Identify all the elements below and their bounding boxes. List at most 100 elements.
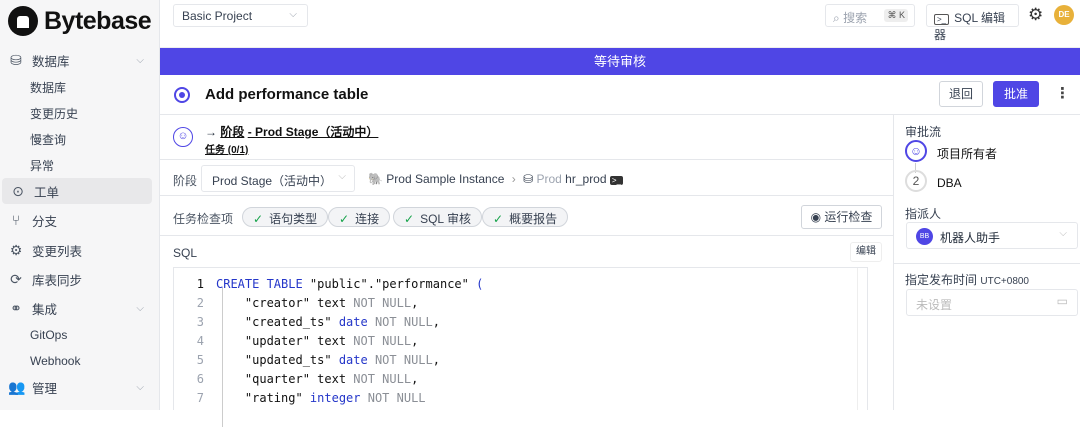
task-check-label: 连接 [355,212,380,226]
code-token: CREATE TABLE [216,277,310,291]
changelist-icon: ⚙ [9,242,23,258]
issue-title-bar: Add performance table 退回 批准 ⋮ [160,75,1080,115]
terminal-icon[interactable]: >_ [609,176,624,185]
task-check-label: 语句类型 [269,212,318,226]
user-icon: ☺ [905,140,927,162]
gear-icon[interactable]: ⚙ [1028,5,1043,25]
sidebar-item-label: 异常 [30,158,55,173]
code-token: , [432,353,440,367]
task-check-chip[interactable]: ✓ SQL 审核 [393,207,482,227]
issue-status-icon [174,87,190,103]
sidebar-item-5[interactable]: ⊙ 工单 [2,178,152,204]
approve-button[interactable]: 批准 [993,81,1039,107]
sidebar-item-label: 库表同步 [32,273,83,288]
task-checks-row: 任务检查项 ✓ 语句类型 ✓ 连接 ✓ SQL 审核 ✓ 概要报告 ◉ 运行检查 [160,196,893,236]
user-avatar[interactable]: DE [1054,5,1074,25]
status-banner: 等待审核 [160,48,1080,75]
stage-label: 阶段 [220,125,245,139]
calendar-icon: ▭ [1056,294,1068,308]
assignee-label: 指派人 [905,207,942,221]
sidebar-item-11[interactable]: Webhook [0,348,160,374]
check-icon: ✓ [253,212,264,226]
divider [894,263,1080,264]
sidebar-item-12[interactable]: 👥 管理 ⌵ [0,374,160,400]
chevron-down-icon: ⌵ [1059,228,1067,239]
sql-editor-button[interactable]: >_ SQL 编辑器 [926,4,1019,42]
stage-selector-row: 阶段 Prod Stage（活动中） ⌵ 🐘 Prod Sample Instan… [160,160,893,196]
sidebar-item-label: 数据库 [32,54,70,69]
postgres-icon: 🐘 [368,172,383,186]
branch-icon: ⑂ [11,212,21,228]
sidebar-item-1[interactable]: 数据库 [0,74,160,100]
brand-name: Bytebase [44,6,152,35]
sidebar-item-label: 分支 [32,214,58,229]
stage-select[interactable]: Prod Stage（活动中） ⌵ [201,165,355,192]
search-placeholder: 搜索 [843,11,868,25]
stage-name: - Prod Stage（活动中） [247,125,379,139]
approval-step-project-owner: 项目所有者 [937,147,998,161]
editor-scrollbar[interactable] [857,268,867,410]
task-check-chip[interactable]: ✓ 连接 [328,207,391,227]
sidebar-item-label: 管理 [32,381,58,396]
run-checks-label: 运行检查 [824,210,873,224]
stage-link[interactable]: → 阶段 - Prod Stage（活动中） [205,123,378,140]
code-token: date [338,353,375,367]
sidebar-item-label: 慢查询 [30,132,67,147]
assignee-avatar: BB [916,228,933,245]
reject-button[interactable]: 退回 [939,81,983,107]
task-check-chip[interactable]: ✓ 语句类型 [242,207,329,227]
user-icon: ☺ [173,127,193,147]
sidebar-item-8[interactable]: ⟳ 库表同步 [0,266,160,292]
bytebase-logo-icon [8,6,38,36]
check-icon: ✓ [339,212,350,226]
chevron-down-icon: ⌵ [136,54,144,66]
code-token: , [411,372,419,386]
project-selector[interactable]: Basic Project ⌵ [173,4,308,27]
search-button[interactable]: ⌕ 搜索 ⌘ K [825,4,915,27]
stage-summary: ☺ → 阶段 - Prod Stage（活动中） 任务 (0/1) [160,115,893,160]
chevron-right-icon: › [511,172,516,186]
sidebar-item-label: 工单 [34,185,60,200]
issue-main: ☺ → 阶段 - Prod Stage（活动中） 任务 (0/1) 阶段 Pro… [160,115,893,427]
edit-sql-button[interactable]: 编辑 [850,242,882,262]
instance-link[interactable]: Prod Sample Instance [386,172,504,186]
code-token: date [338,315,375,329]
search-icon: ⌕ [833,11,844,25]
code-token: "public"."performance" [309,277,477,291]
project-name: Basic Project [182,9,253,23]
sql-editor[interactable]: 1 CREATE TABLE "public"."performance" (2 … [173,267,868,427]
sidebar-item-label: Webhook [30,354,81,368]
sidebar-item-10[interactable]: GitOps [0,322,160,348]
sidebar-item-9[interactable]: ⚭ 集成 ⌵ [0,295,160,321]
sidebar-item-7[interactable]: ⚙ 变更列表 [0,237,160,263]
issue-sidebar: 审批流 ☺ 项目所有者 2 DBA 指派人 BB 机器人助手 ⌵ 指定发布时间 … [893,115,1080,410]
more-options-icon[interactable]: ⋮ [1055,84,1070,102]
code-token: , [411,334,419,348]
code-token: ( [476,277,484,291]
sidebar-item-4[interactable]: 异常 [0,152,160,178]
database-link[interactable]: hr_prod [565,172,606,186]
run-checks-button[interactable]: ◉ 运行检查 [801,205,882,229]
play-circle-icon: ◉ [810,210,825,224]
task-check-chip[interactable]: ✓ 概要报告 [482,207,569,227]
sidebar-item-0[interactable]: ⛁ 数据库 ⌵ [0,47,160,73]
schedule-date-input[interactable]: 未设置 ▭ [906,289,1078,316]
code-token: "rating" [216,391,310,405]
task-checks-label: 任务检查项 [173,212,234,226]
sidebar-item-6[interactable]: ⑂ 分支 [0,207,160,233]
sidebar-item-3[interactable]: 慢查询 [0,126,160,152]
issue-title[interactable]: Add performance table [205,86,368,103]
sidebar: Bytebase ⛁ 数据库 ⌵ 数据库 变更历史 慢查询 异常 ⊙ 工单 ⑂ 分支 ⚙ 变更列表 ⟳ 库表… [0,0,160,410]
issue-icon: ⊙ [12,183,24,199]
logo[interactable]: Bytebase [8,6,152,36]
assignee-select[interactable]: BB 机器人助手 ⌵ [906,222,1078,249]
sidebar-item-label: GitOps [30,328,68,342]
task-count[interactable]: 任务 (0/1) [205,141,248,156]
stage-select-value: Prod Stage（活动中） [212,174,333,188]
code-token: , [411,296,419,310]
sidebar-item-2[interactable]: 变更历史 [0,100,160,126]
code-token: NOT NULL [374,315,433,329]
line-number: 4 [196,334,204,348]
approval-flow-label: 审批流 [905,125,942,139]
line-number: 5 [196,353,204,367]
